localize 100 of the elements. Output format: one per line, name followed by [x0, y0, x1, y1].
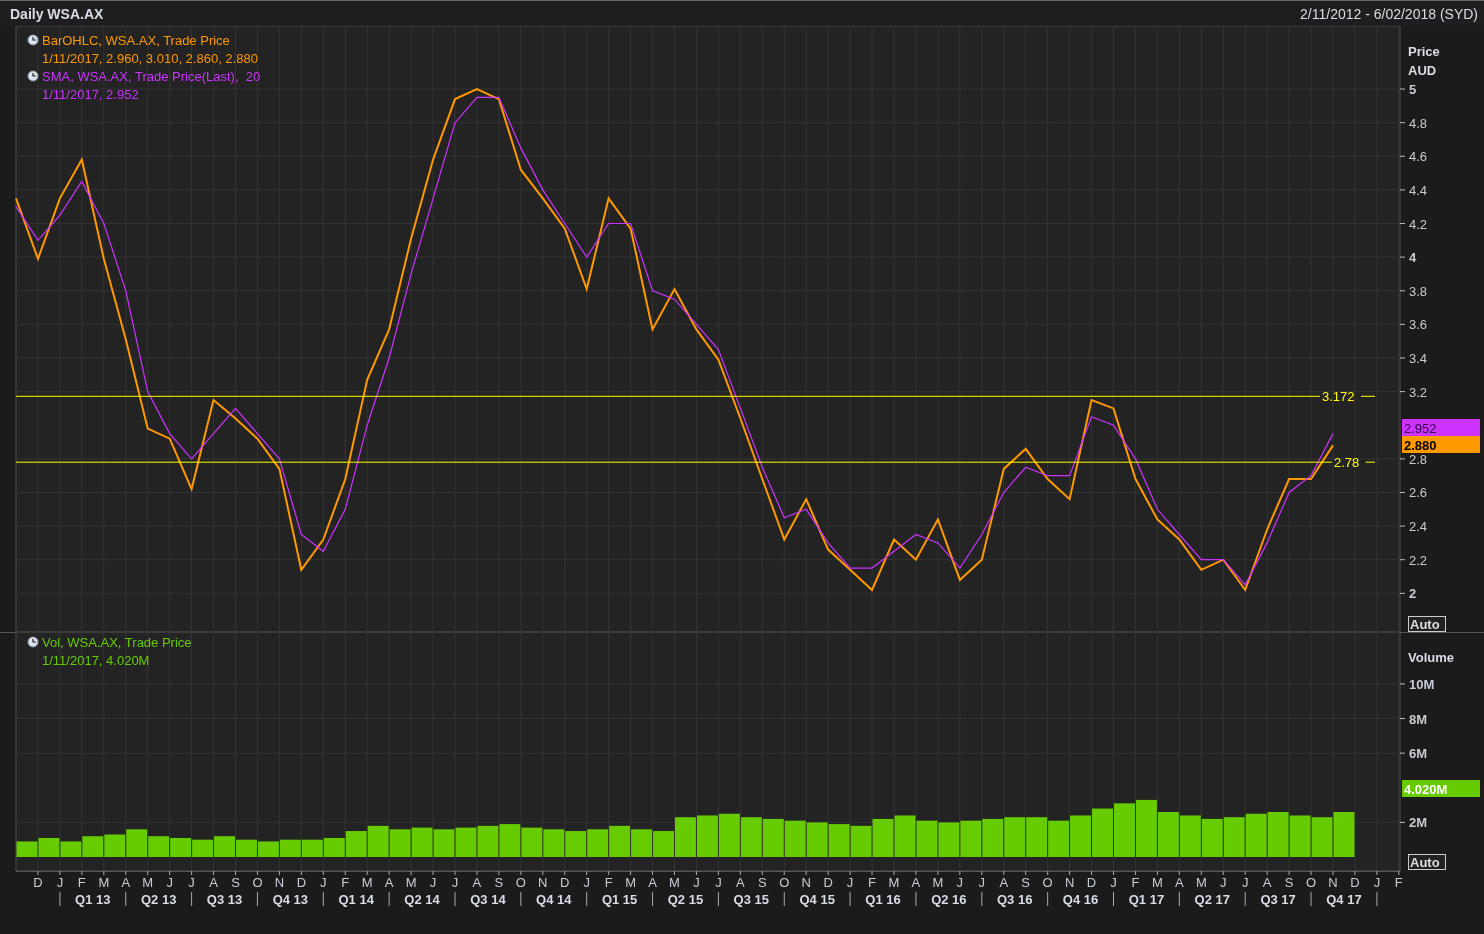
volume-bar: [1048, 820, 1070, 857]
month-label: J: [320, 875, 327, 890]
volume-bar: [521, 827, 543, 857]
clock-icon: [27, 34, 39, 46]
quarter-label: Q4 16: [1062, 892, 1099, 907]
axis-tick-label: 2: [1409, 586, 1417, 602]
month-label: J: [956, 875, 964, 890]
month-label: J: [693, 875, 700, 890]
quarter-label: Q1 14: [338, 892, 374, 907]
month-label: A: [736, 875, 745, 890]
month-label: F: [1131, 875, 1140, 890]
volume-bar: [1179, 815, 1201, 857]
clock-icon: [27, 70, 39, 82]
axis-tick-label: 4: [1409, 250, 1417, 266]
volume-bar: [389, 829, 411, 857]
volume-bar: [916, 820, 938, 857]
quarter-label: Q2 16: [931, 892, 967, 907]
volume-bar: [982, 818, 1004, 857]
volume-bar: [543, 829, 565, 857]
volume-bar: [1092, 808, 1113, 857]
axis-title: Price: [1408, 44, 1440, 59]
month-label: M: [361, 875, 373, 890]
quarter-label: Q2 13: [140, 892, 177, 907]
month-label: A: [384, 875, 394, 890]
value-tag: 2.880: [1402, 436, 1480, 453]
legend-values: 1/11/2017, 2.960, 3.010, 2.860, 2.880: [42, 51, 258, 66]
month-label: J: [846, 875, 854, 890]
auto-button[interactable]: Auto: [1408, 616, 1446, 632]
month-label: S: [757, 875, 767, 890]
volume-bar: [1289, 815, 1311, 857]
volume-bar: [1333, 812, 1355, 857]
month-label: F: [604, 875, 613, 890]
month-label: N: [801, 875, 811, 890]
volume-bar: [1267, 812, 1289, 857]
axis-title: Volume: [1408, 650, 1454, 665]
auto-button[interactable]: Auto: [1408, 854, 1446, 870]
axis-tick-label: 4.6: [1409, 149, 1428, 165]
month-label: M: [405, 875, 417, 890]
month-label: F: [1394, 875, 1403, 890]
volume-bar: [631, 829, 653, 857]
month-label: N: [538, 875, 548, 890]
month-label: J: [166, 875, 173, 890]
month-label: D: [823, 875, 833, 890]
month-label: J: [583, 875, 590, 890]
axis-tick-label: 3.8: [1409, 283, 1428, 299]
month-label: M: [142, 875, 154, 890]
volume-bar: [828, 824, 850, 857]
quarter-label: Q1 17: [1128, 892, 1165, 907]
month-label: D: [1086, 875, 1097, 890]
month-label: N: [1064, 875, 1075, 890]
month-label: M: [625, 875, 636, 890]
volume-bar: [1114, 803, 1135, 857]
volume-bar: [740, 817, 762, 857]
axis-tick-label: 2.6: [1409, 485, 1428, 501]
volume-bar: [1026, 817, 1048, 857]
volume-bar: [104, 834, 126, 857]
volume-bar: [214, 836, 235, 857]
month-label: J: [715, 875, 722, 890]
month-label: J: [1110, 875, 1117, 890]
volume-bar: [938, 822, 960, 857]
axis-tick-label: 3.4: [1409, 351, 1428, 366]
month-label: O: [515, 875, 526, 890]
volume-bar: [1070, 815, 1092, 857]
volume-bar: [16, 841, 38, 857]
month-label: J: [1373, 875, 1381, 890]
month-label: M: [1152, 875, 1163, 890]
volume-bar: [82, 836, 104, 857]
quarter-label: Q4 13: [272, 892, 309, 907]
axis-unit: AUD: [1408, 63, 1437, 78]
month-label: J: [429, 875, 437, 890]
month-label: N: [1328, 875, 1338, 890]
volume-bar: [1157, 812, 1179, 857]
quarter-label: Q2 14: [404, 892, 440, 907]
month-label: N: [274, 875, 285, 890]
month-label: O: [1042, 875, 1053, 890]
axis-tick-label: 2M: [1409, 815, 1428, 831]
axis-tick-label: 5: [1409, 82, 1417, 98]
axis-tick-label: 4.8: [1409, 115, 1428, 131]
quarter-label: Q3 16: [997, 892, 1033, 907]
month-label: D: [560, 875, 570, 890]
month-label: J: [451, 875, 459, 890]
axis-tick-label: 4.2: [1409, 216, 1428, 232]
month-label: F: [77, 875, 86, 890]
volume-bar: [960, 820, 982, 857]
month-label: D: [33, 875, 43, 890]
volume-bar: [433, 829, 455, 857]
quarter-label: Q3 17: [1260, 892, 1296, 907]
legend-title: BarOHLC, WSA.AX, Trade Price: [42, 33, 230, 48]
month-label: S: [231, 875, 240, 890]
volume-bar: [1223, 817, 1245, 857]
month-label: A: [648, 875, 657, 890]
month-label: A: [1175, 875, 1184, 890]
quarter-label: Q4 15: [799, 892, 835, 907]
month-label: D: [296, 875, 307, 890]
volume-bar: [345, 831, 367, 857]
month-label: S: [494, 875, 504, 890]
legend-title: Vol, WSA.AX, Trade Price: [42, 635, 192, 650]
volume-bar: [696, 815, 718, 857]
quarter-label: Q4 17: [1326, 892, 1362, 907]
month-label: J: [1220, 875, 1227, 890]
